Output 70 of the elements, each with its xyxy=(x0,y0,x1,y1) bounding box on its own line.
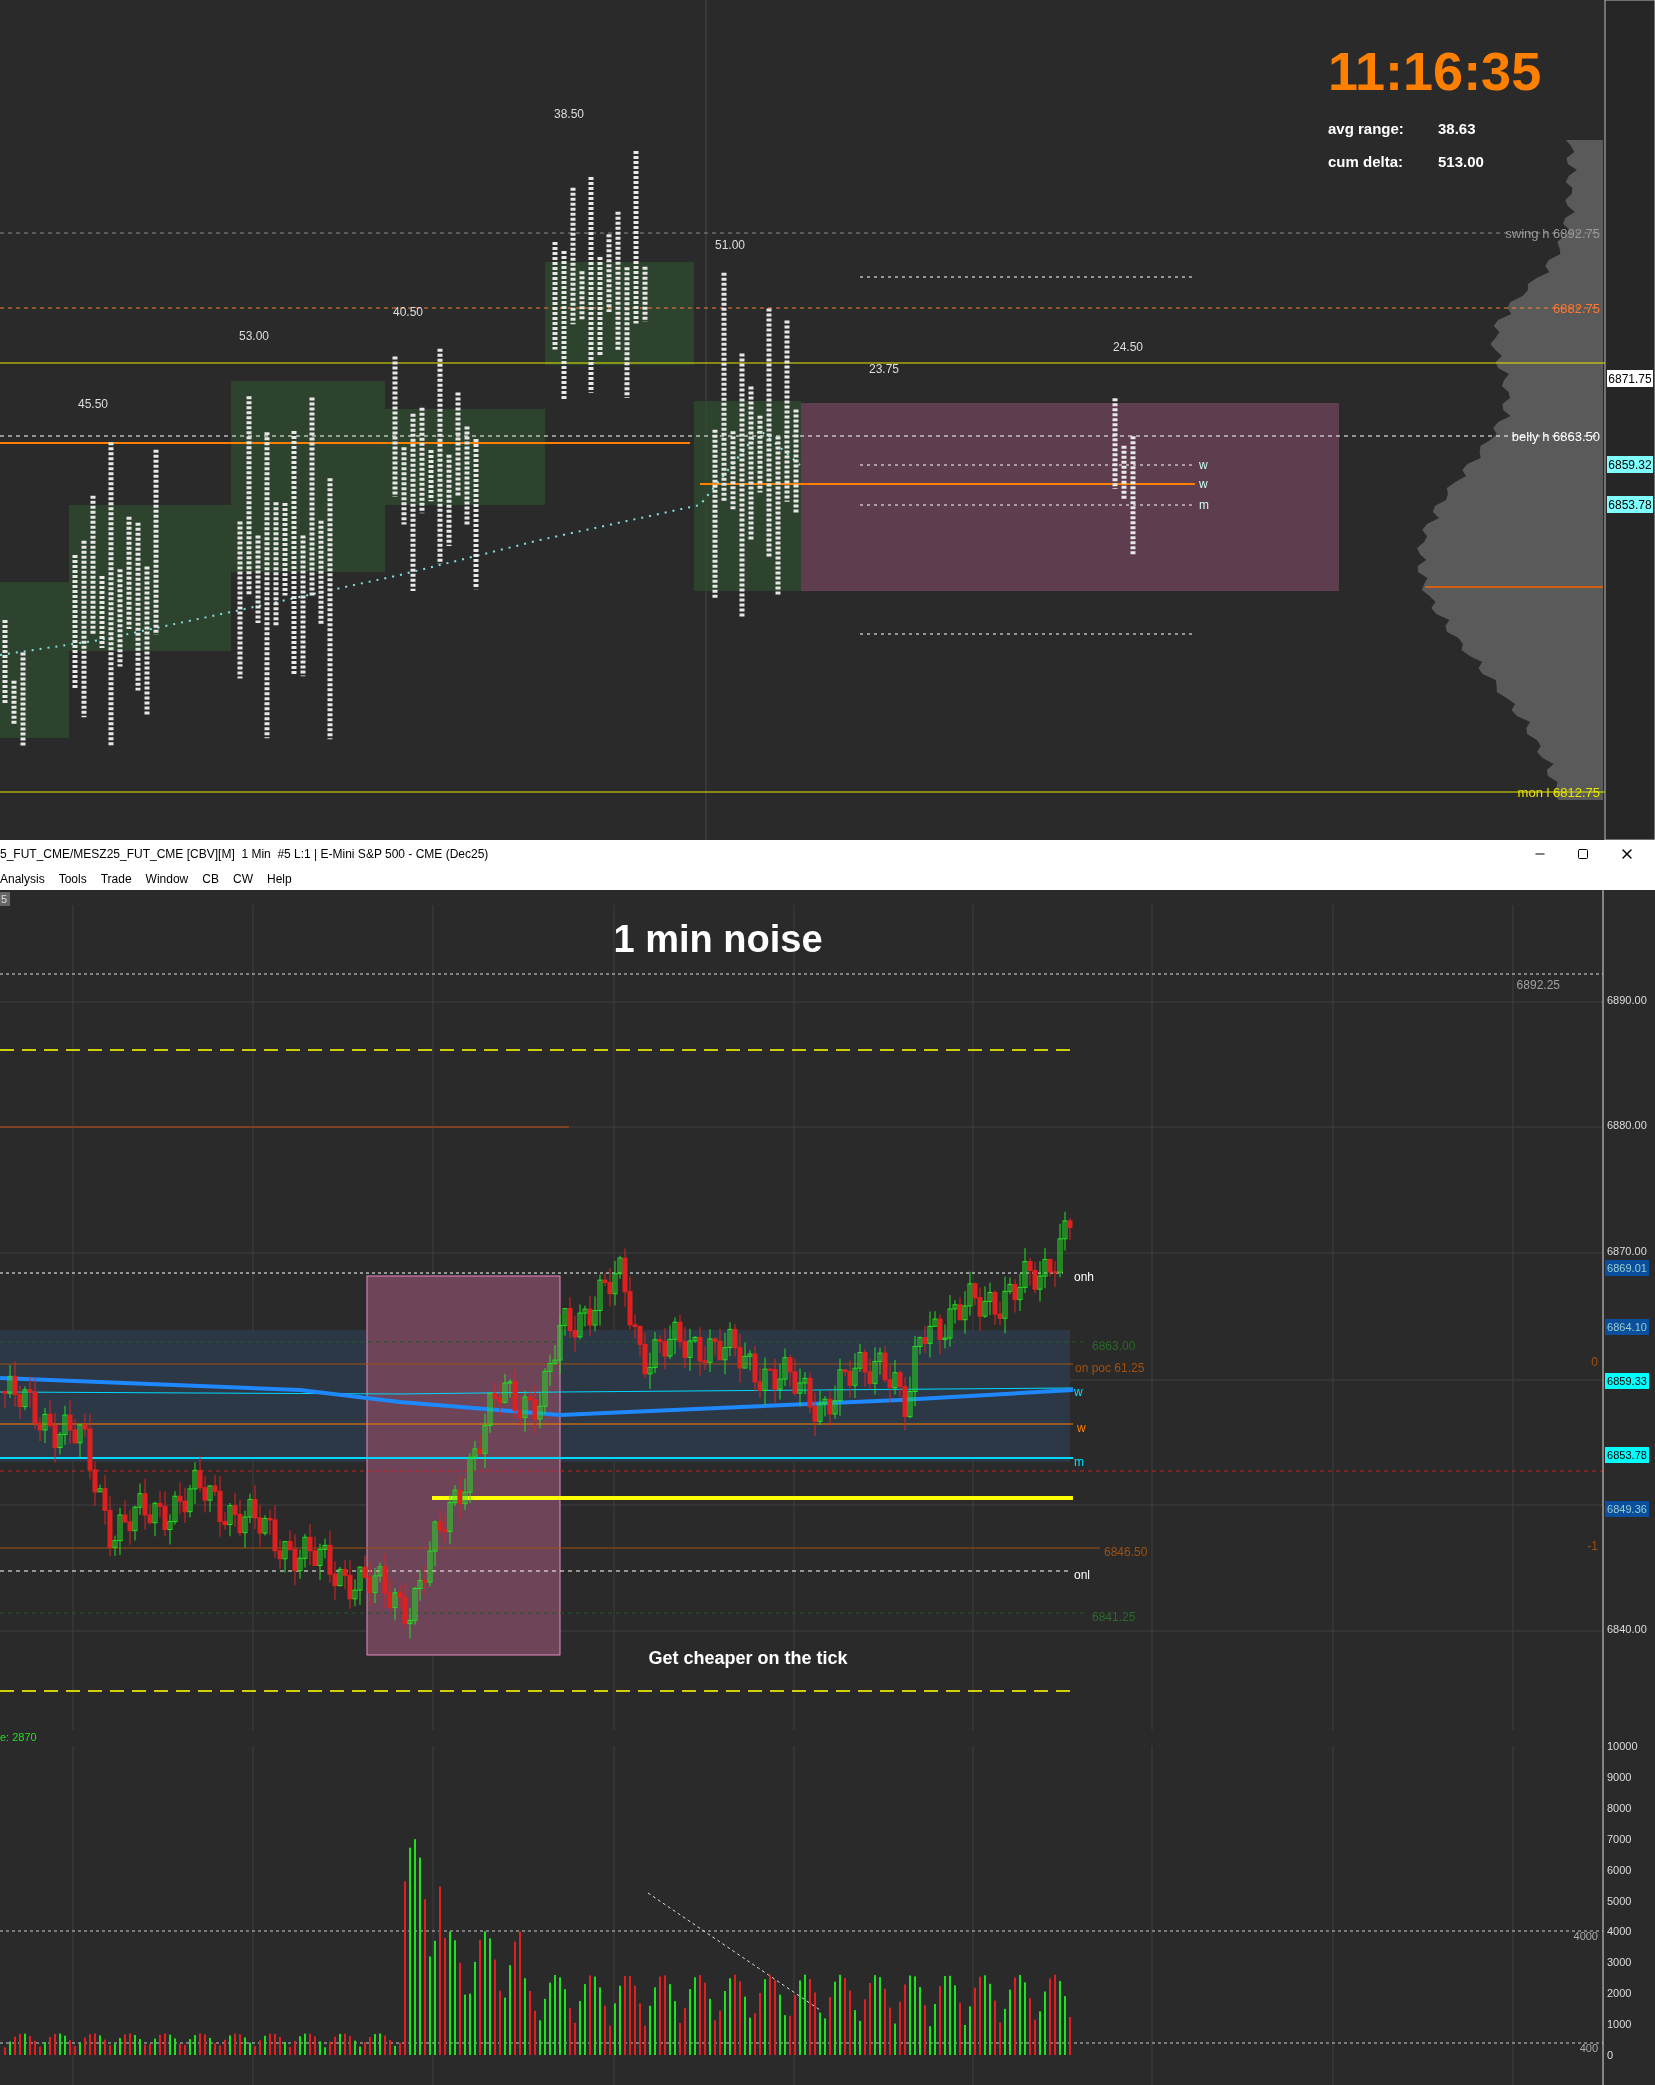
price-tag: 6859.33 xyxy=(1605,1373,1649,1389)
side-label: 0 xyxy=(1591,1355,1598,1369)
line-label: 6846.50 xyxy=(1104,1545,1148,1559)
menu-item[interactable]: Window xyxy=(145,870,189,888)
line-label: 6892.25 xyxy=(1516,978,1560,992)
axis-label: 9000 xyxy=(1607,1770,1632,1783)
price-tag: 6859.32 xyxy=(1607,456,1653,473)
stat-label: avg range: xyxy=(1328,119,1405,139)
menu-item[interactable]: Analysis xyxy=(0,870,45,888)
axis-label: 7000 xyxy=(1607,1832,1632,1845)
line-label: onh xyxy=(1074,1270,1095,1284)
period-range-label: 23.75 xyxy=(869,362,899,376)
line-label: onl xyxy=(1074,1568,1090,1582)
stat-label: cum delta: xyxy=(1328,151,1404,172)
line-label: w xyxy=(1077,1421,1086,1435)
level-label: swing h 6892.75 xyxy=(1505,226,1600,241)
price-tag: 6853.78 xyxy=(1607,496,1653,513)
period-range-label: 40.50 xyxy=(393,305,423,319)
axis-label: 0 xyxy=(1607,2049,1614,2061)
axis-label: 3000 xyxy=(1607,1956,1632,1969)
price-tag: 6869.01 xyxy=(1605,1260,1649,1276)
axis-label: 5000 xyxy=(1607,1894,1632,1907)
axis-label: 8000 xyxy=(1607,1801,1632,1814)
axis-label: 6000 xyxy=(1607,1863,1632,1876)
axis-label: 6840.00 xyxy=(1607,1623,1647,1635)
trading-screen: 45.50 53.00 40.50 38.50 51.00 23.75 24.50 swing h 6892.75 6882.75 belly h 6863.50 mon l 6812.75 w w m 6871.75 6859.32 6853.78 11:16:35 avg range: 38.63 cum delta: 513.00 5_FUT_CME/MESZ25_FUT_CME [CBV][M] 1 Min #5 L:1 | E-Mini S&P 500 - CME (Dec25) Analysis Tools Trade Window CB CW Help 5 1 min noise Get cheaper on the tick 6892.25 onh 6863.00 on poc 61.25 w w m 6846.50 onl 6841.25 0 -1 6890.00 6880.00 6870.00 6840.00 6869.01 6864.10 6859.33 6853.78 6849.36 e: 2870 4000 400 10000 9000 8000 7000 6000 5000 4000 3000 2000 1000 0 xyxy=(0,0,1655,2085)
level-label: 6882.75 xyxy=(1553,301,1600,316)
axis-label: 1000 xyxy=(1607,2018,1632,2031)
line-label: 6841.25 xyxy=(1092,1610,1136,1624)
line-label: on poc 61.25 xyxy=(1075,1361,1145,1375)
window-title: 5_FUT_CME/MESZ25_FUT_CME [CBV][M] 1 Min #5 L:1 | E-Mini S&P 500 - CME (Dec25) xyxy=(0,846,489,863)
stat-value: 513.00 xyxy=(1438,151,1485,172)
price-tag: 6871.75 xyxy=(1607,370,1653,387)
line-label: 6863.00 xyxy=(1092,1339,1136,1353)
stat-value: 38.63 xyxy=(1438,119,1477,139)
axis-label: 6890.00 xyxy=(1607,994,1647,1006)
period-range-label: 38.50 xyxy=(554,107,584,121)
menu-item[interactable]: CW xyxy=(232,870,253,888)
line-label: 4000 xyxy=(1573,1930,1598,1942)
menu-item[interactable]: CB xyxy=(202,870,219,888)
line-label: w xyxy=(1074,1385,1083,1399)
axis-label: 6880.00 xyxy=(1607,1119,1647,1131)
tab-marker[interactable] xyxy=(0,892,10,906)
price-tag: 6864.10 xyxy=(1605,1319,1649,1335)
period-range-label: 24.50 xyxy=(1113,340,1143,354)
period-range-label: 51.00 xyxy=(715,238,745,252)
axis-label: 6870.00 xyxy=(1607,1245,1647,1257)
volume-reading: e: 2870 xyxy=(0,1731,37,1743)
line-label: m xyxy=(1074,1455,1084,1469)
price-tag: 6853.78 xyxy=(1605,1447,1649,1463)
menu-item[interactable]: Tools xyxy=(58,870,87,888)
line-marker: w xyxy=(1199,458,1208,472)
level-label: belly h 6863.50 xyxy=(1511,429,1600,444)
axis-label: 10000 xyxy=(1607,1740,1638,1752)
line-marker: m xyxy=(1199,498,1209,512)
level-label: mon l 6812.75 xyxy=(1517,785,1600,800)
line-label: 400 xyxy=(1579,2042,1598,2054)
chart-annotation: Get cheaper on the tick xyxy=(648,1648,848,1668)
axis-label: 2000 xyxy=(1607,1987,1632,2000)
price-tag: 6849.36 xyxy=(1605,1501,1649,1517)
menu-item[interactable]: Help xyxy=(266,870,292,888)
maximize-icon[interactable] xyxy=(1577,848,1589,860)
line-marker: w xyxy=(1199,477,1208,491)
axis-label: 4000 xyxy=(1607,1925,1632,1938)
period-range-label: 53.00 xyxy=(239,329,269,343)
side-label: -1 xyxy=(1587,1539,1598,1553)
clock-time: 11:16:35 xyxy=(1328,44,1542,98)
menu-item[interactable]: Trade xyxy=(100,870,132,888)
chart-title: 1 min noise xyxy=(613,918,823,960)
period-range-label: 45.50 xyxy=(78,397,108,411)
